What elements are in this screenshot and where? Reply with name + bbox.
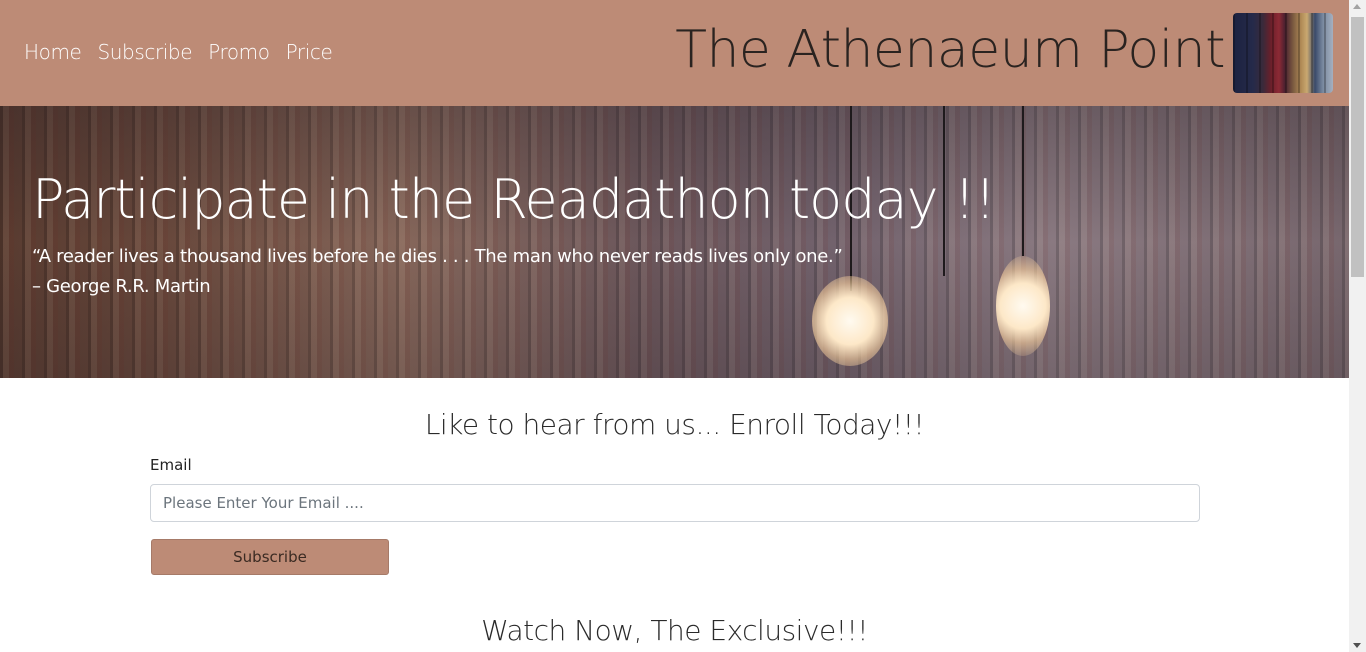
light-bulb-icon: [996, 256, 1050, 356]
nav-price-link[interactable]: Price: [286, 40, 333, 64]
hero-quote: “A reader lives a thousand lives before …: [32, 242, 843, 302]
subscribe-button[interactable]: Subscribe: [151, 539, 389, 575]
hero-heading: Participate in the Readathon today !!: [32, 168, 996, 231]
quote-text: “A reader lives a thousand lives before …: [32, 246, 843, 267]
brand-title: The Athenaeum Point: [675, 20, 1225, 80]
lamp-wire: [1022, 106, 1024, 256]
quote-author: – George R.R. Martin: [32, 276, 211, 297]
site-header: Home Subscribe Promo Price The Athenaeum…: [0, 0, 1349, 106]
main-nav: Home Subscribe Promo Price: [24, 40, 333, 64]
scroll-down-arrow-icon[interactable]: [1353, 643, 1361, 648]
scrollbar-thumb[interactable]: [1351, 17, 1364, 277]
page-scrollbar[interactable]: [1349, 0, 1366, 652]
email-input[interactable]: [150, 484, 1200, 522]
nav-subscribe-link[interactable]: Subscribe: [97, 40, 192, 64]
enroll-title: Like to hear from us... Enroll Today!!!: [424, 408, 925, 441]
hero-banner: Participate in the Readathon today !! “A…: [0, 106, 1349, 378]
books-logo-icon: [1233, 13, 1333, 93]
nav-home-link[interactable]: Home: [24, 40, 82, 64]
scroll-up-arrow-icon[interactable]: [1353, 4, 1361, 9]
nav-promo-link[interactable]: Promo: [208, 40, 270, 64]
watch-title: Watch Now, The Exclusive!!!: [481, 614, 868, 647]
email-label: Email: [150, 456, 192, 474]
